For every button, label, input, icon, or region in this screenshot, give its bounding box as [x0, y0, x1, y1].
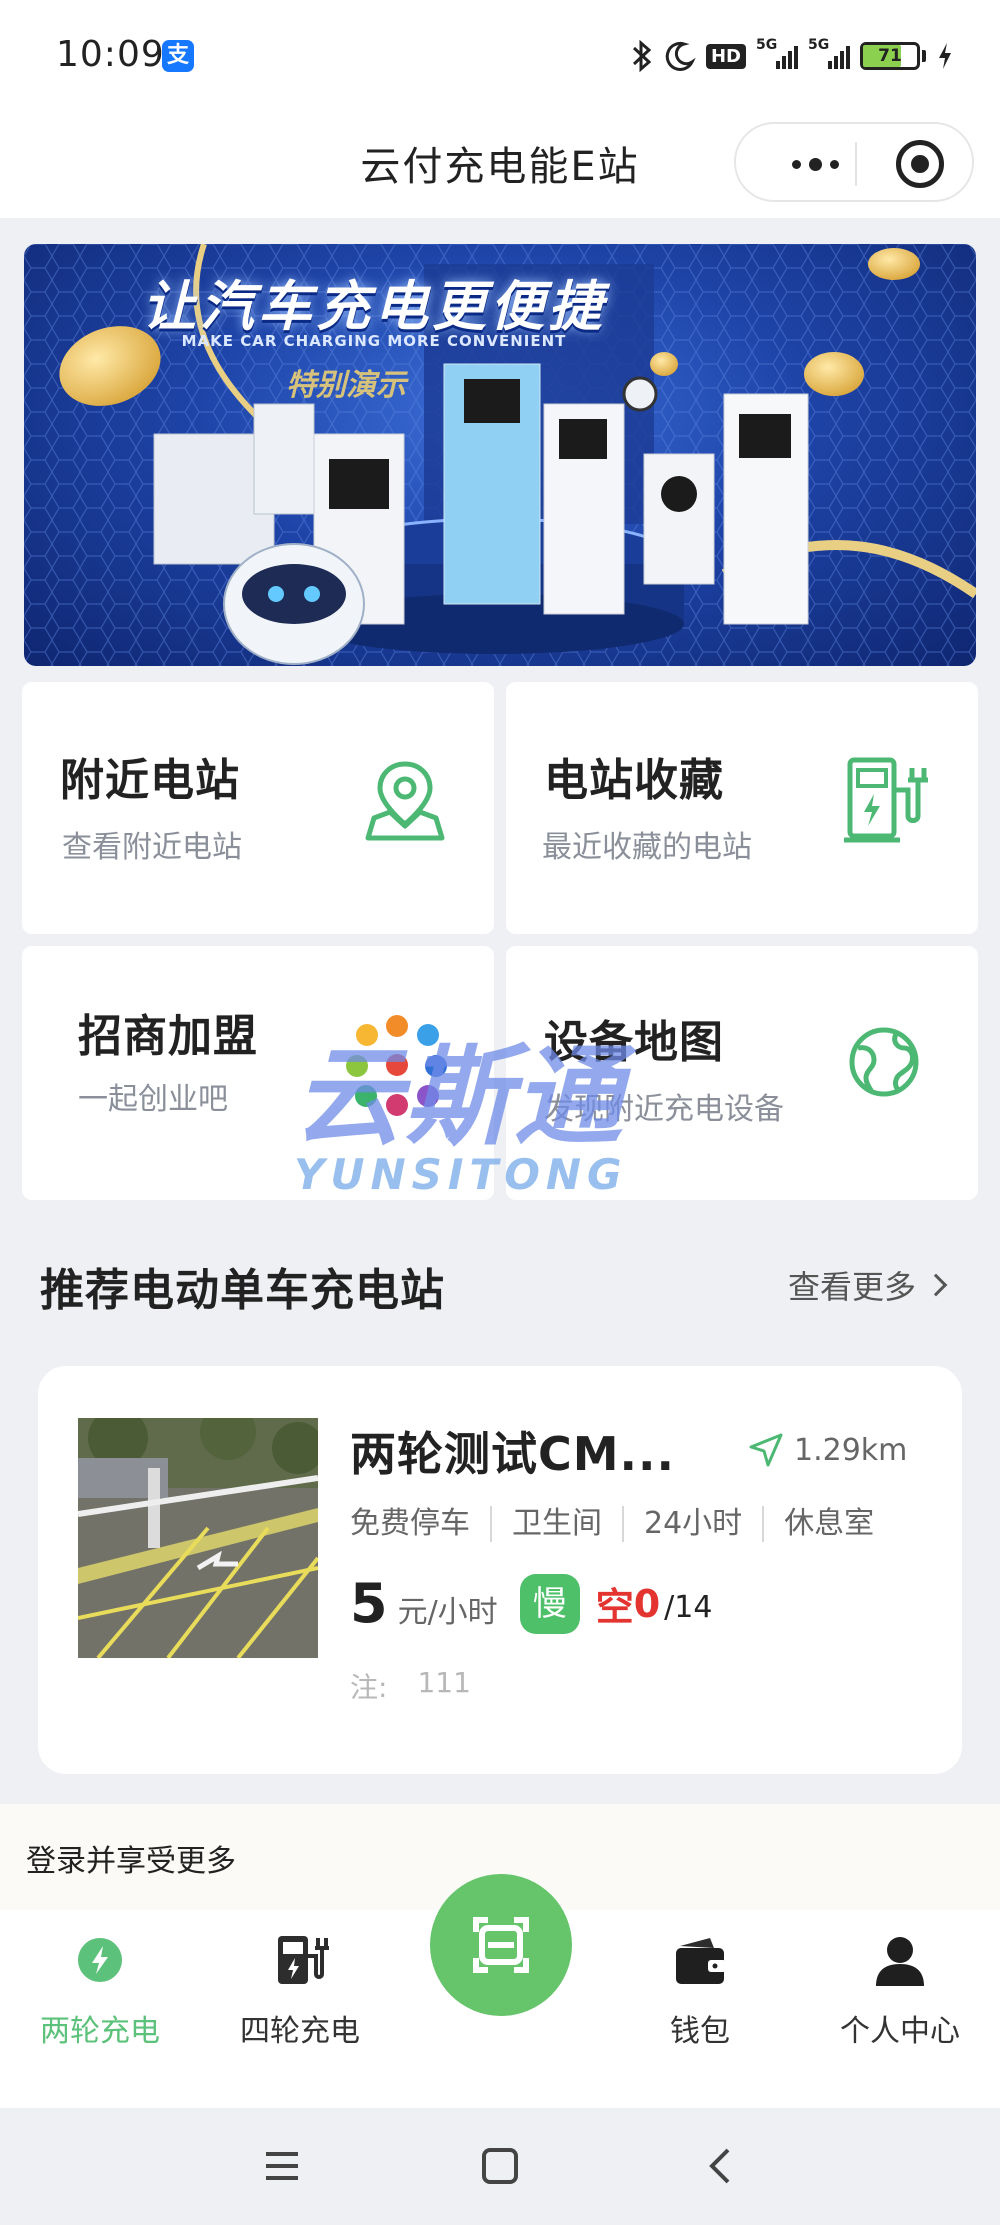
tile-subtitle: 最近收藏的电站	[542, 830, 752, 865]
capsule-divider	[855, 142, 857, 186]
wallet-icon	[676, 1938, 726, 1984]
more-dots-icon[interactable]	[772, 148, 858, 180]
login-prompt-text: 登录并享受更多	[26, 1844, 236, 1879]
amenity-tag: 24小时	[622, 1506, 762, 1542]
navigation-arrow-icon	[749, 1433, 783, 1467]
tab-four-wheel-charging[interactable]: 四轮充电	[200, 1910, 400, 2108]
amenities-list: 免费停车 卫生间 24小时 休息室	[350, 1506, 894, 1542]
tab-wallet[interactable]: 钱包	[600, 1910, 800, 2108]
user-icon	[876, 1937, 924, 1986]
see-more-label: 查看更多	[788, 1268, 917, 1306]
tile-device-map[interactable]: 设备地图 发现附近充电设备	[506, 946, 978, 1200]
tab-label: 四轮充电	[240, 2014, 360, 2049]
station-note: 注: 111	[350, 1666, 471, 1706]
price-row: 5 元/小时 慢 空 0 /14	[350, 1572, 712, 1635]
fuel-pump-icon	[278, 1936, 329, 1984]
station-card[interactable]: 两轮测试CM... 1.29km 免费停车 卫生间 24小时 休息室 5 元/小…	[38, 1366, 962, 1774]
tile-franchise[interactable]: 招商加盟 一起创业吧	[22, 946, 494, 1200]
home-icon[interactable]	[480, 2146, 520, 2186]
scan-icon	[473, 1917, 529, 1973]
banner-title: 让汽车充电更便捷	[142, 275, 606, 338]
network-label: 5G	[756, 37, 778, 53]
amenity-tag: 休息室	[762, 1506, 894, 1542]
hd-badge: HD	[705, 43, 746, 69]
banner-subtitle: MAKE CAR CHARGING MORE CONVENIENT	[181, 332, 567, 350]
network-label-2: 5G	[808, 37, 830, 53]
moon-icon	[665, 41, 696, 71]
slow-charge-badge: 慢	[519, 1573, 580, 1634]
map-pin-icon	[365, 761, 445, 841]
tab-label: 钱包	[670, 2014, 730, 2049]
chevron-right-icon	[924, 1273, 948, 1297]
section-title: 推荐电动单车充电站	[40, 1265, 445, 1316]
globe-map-icon	[849, 1027, 919, 1097]
system-nav-bar	[0, 2108, 1000, 2225]
amenity-tag: 卫生间	[490, 1506, 622, 1542]
tile-favorite-stations[interactable]: 电站收藏 最近收藏的电站	[506, 682, 978, 934]
tab-label: 两轮充电	[40, 2014, 160, 2049]
status-bar: 10:09 支 HD 5G 5G 71	[0, 0, 1000, 112]
title-bar: 云付充电能E站	[0, 112, 1000, 218]
tile-title: 电站收藏	[544, 755, 724, 806]
charging-bolt-icon	[939, 43, 951, 69]
colorful-dots-logo-icon	[346, 1015, 447, 1116]
free-label: 空	[595, 1585, 634, 1629]
price-unit: 元/小时	[397, 1594, 498, 1630]
price-value: 5	[350, 1572, 388, 1635]
battery-cap	[922, 50, 926, 62]
distance-value: 1.29km	[794, 1432, 908, 1468]
note-value: 111	[417, 1666, 471, 1699]
tile-subtitle: 一起创业吧	[78, 1082, 228, 1117]
menu-icon[interactable]	[262, 2146, 302, 2186]
promo-banner[interactable]: 让汽车充电更便捷 MAKE CAR CHARGING MORE CONVENIE…	[24, 244, 976, 666]
station-distance: 1.29km	[748, 1432, 907, 1468]
signal-icon-2: 5G	[808, 37, 850, 69]
tab-two-wheel-charging[interactable]: 两轮充电	[0, 1910, 200, 2108]
station-photo-image	[78, 1418, 318, 1658]
status-time: 10:09	[56, 34, 165, 75]
alipay-icon: 支	[162, 40, 194, 72]
note-label: 注:	[350, 1671, 388, 1704]
bottom-tab-bar: 两轮充电 四轮充电 钱包 个人中心	[0, 1874, 1000, 2108]
free-count: 0	[633, 1581, 661, 1626]
bluetooth-icon	[632, 39, 652, 73]
mini-program-capsule	[734, 122, 974, 202]
banner-tag: 特别演示	[286, 368, 406, 403]
status-icons: HD 5G 5G 71	[630, 36, 954, 76]
tile-nearby-stations[interactable]: 附近电站 查看附近电站	[22, 682, 494, 934]
battery-level: 71	[878, 46, 902, 66]
back-icon[interactable]	[700, 2144, 740, 2188]
station-photo	[78, 1418, 318, 1658]
charging-pile-icon	[844, 757, 928, 843]
lightning-icon	[78, 1938, 122, 1982]
tab-label: 个人中心	[840, 2014, 960, 2049]
amenity-tag: 免费停车	[350, 1506, 470, 1541]
total-count: /14	[664, 1590, 713, 1625]
tab-profile[interactable]: 个人中心	[800, 1910, 1000, 2108]
station-name: 两轮测试CM...	[350, 1427, 675, 1481]
tile-subtitle: 发现附近充电设备	[544, 1092, 784, 1127]
signal-icon: 5G	[756, 37, 798, 69]
see-more-link[interactable]: 查看更多	[788, 1262, 948, 1308]
tile-title: 设备地图	[544, 1017, 724, 1068]
tile-subtitle: 查看附近电站	[62, 830, 242, 865]
tile-title: 招商加盟	[78, 1011, 258, 1062]
scan-button[interactable]	[430, 1874, 572, 2016]
target-circle-icon[interactable]	[896, 140, 944, 188]
tile-title: 附近电站	[60, 755, 240, 806]
battery-icon: 71	[860, 42, 920, 70]
